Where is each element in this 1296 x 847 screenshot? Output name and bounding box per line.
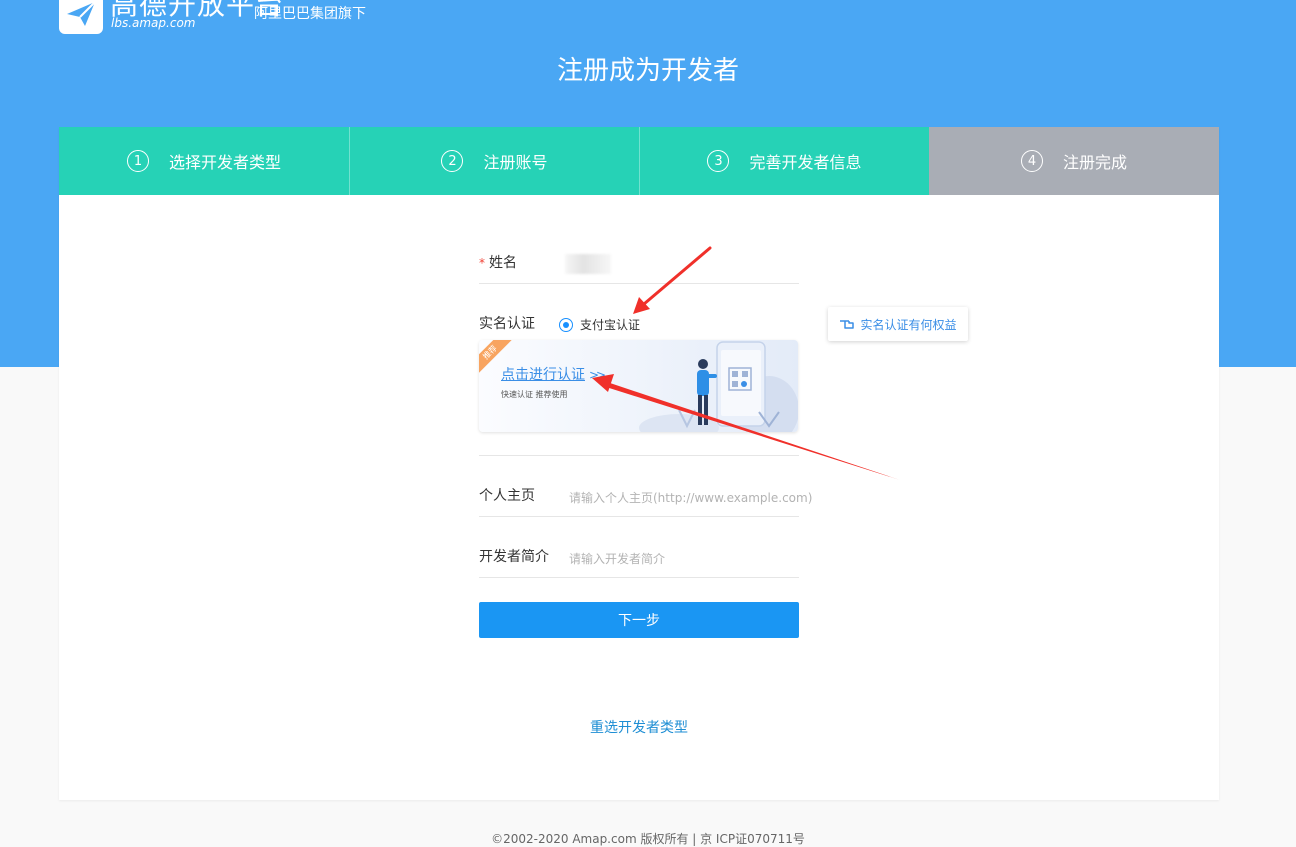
start-auth-link[interactable]: 点击进行认证 xyxy=(501,366,585,384)
section-divider xyxy=(479,455,799,456)
homepage-underline xyxy=(479,516,799,517)
homepage-input[interactable]: 请输入个人主页(http://www.example.com) xyxy=(569,488,812,508)
name-label-text: 姓名 xyxy=(489,255,517,271)
progress-steps: 1 选择开发者类型 2 注册账号 3 完善开发者信息 4 注册完成 xyxy=(59,127,1219,195)
step-3: 3 完善开发者信息 xyxy=(639,127,929,195)
step-2: 2 注册账号 xyxy=(349,127,639,195)
required-mark: * xyxy=(479,256,485,270)
alipay-radio-label[interactable]: 支付宝认证 xyxy=(580,315,640,335)
chevron-right-icon: >> xyxy=(589,368,606,382)
realname-label: 实名认证 xyxy=(479,316,535,332)
step-number: 1 xyxy=(126,150,149,172)
step-number: 4 xyxy=(1020,150,1043,172)
reselect-type-link-text[interactable]: 重选开发者类型 xyxy=(590,720,688,736)
step-number: 3 xyxy=(707,150,730,172)
intro-underline xyxy=(479,577,799,578)
alipay-radio[interactable] xyxy=(559,318,573,332)
name-field-underline xyxy=(479,283,799,284)
pointing-hand-icon xyxy=(839,318,857,330)
footer-copyright: ©2002-2020 Amap.com 版权所有 | 京 ICP证070711号 xyxy=(491,832,805,846)
logo-subtitle: 阿里巴巴集团旗下 xyxy=(254,6,366,22)
step-number: 2 xyxy=(441,150,464,172)
realname-rights-button[interactable]: 实名认证有何权益 xyxy=(828,307,968,341)
alipay-auth-banner[interactable]: 推荐 点击进行认证 >> 快速认证 推荐使用 xyxy=(479,340,798,432)
next-step-button[interactable]: 下一步 xyxy=(479,602,799,638)
realname-rights-label[interactable]: 实名认证有何权益 xyxy=(860,316,956,333)
step-label: 注册账号 xyxy=(483,153,548,172)
amap-logo-icon[interactable] xyxy=(59,0,103,34)
name-value-redacted[interactable] xyxy=(565,254,611,274)
step-4: 4 注册完成 xyxy=(929,127,1219,195)
auth-subtitle: 快速认证 推荐使用 xyxy=(501,390,568,399)
page-title: 注册成为开发者 xyxy=(556,56,739,86)
step-label: 注册完成 xyxy=(1062,153,1127,172)
homepage-label: 个人主页 xyxy=(479,488,535,504)
registration-card: 1 选择开发者类型 2 注册账号 3 完善开发者信息 4 注册完成 * 姓名 实名… xyxy=(59,127,1219,800)
intro-label: 开发者简介 xyxy=(479,549,549,565)
intro-input[interactable]: 请输入开发者简介 xyxy=(569,549,665,569)
phone-scan-illustration-icon xyxy=(639,341,798,432)
step-label: 完善开发者信息 xyxy=(749,153,862,172)
step-1: 1 选择开发者类型 xyxy=(59,127,349,195)
logo-domain: lbs.amap.com xyxy=(111,16,196,30)
step-label: 选择开发者类型 xyxy=(168,153,281,172)
name-label: * 姓名 xyxy=(479,253,517,273)
reselect-type-link: 重选开发者类型 xyxy=(59,718,1219,738)
